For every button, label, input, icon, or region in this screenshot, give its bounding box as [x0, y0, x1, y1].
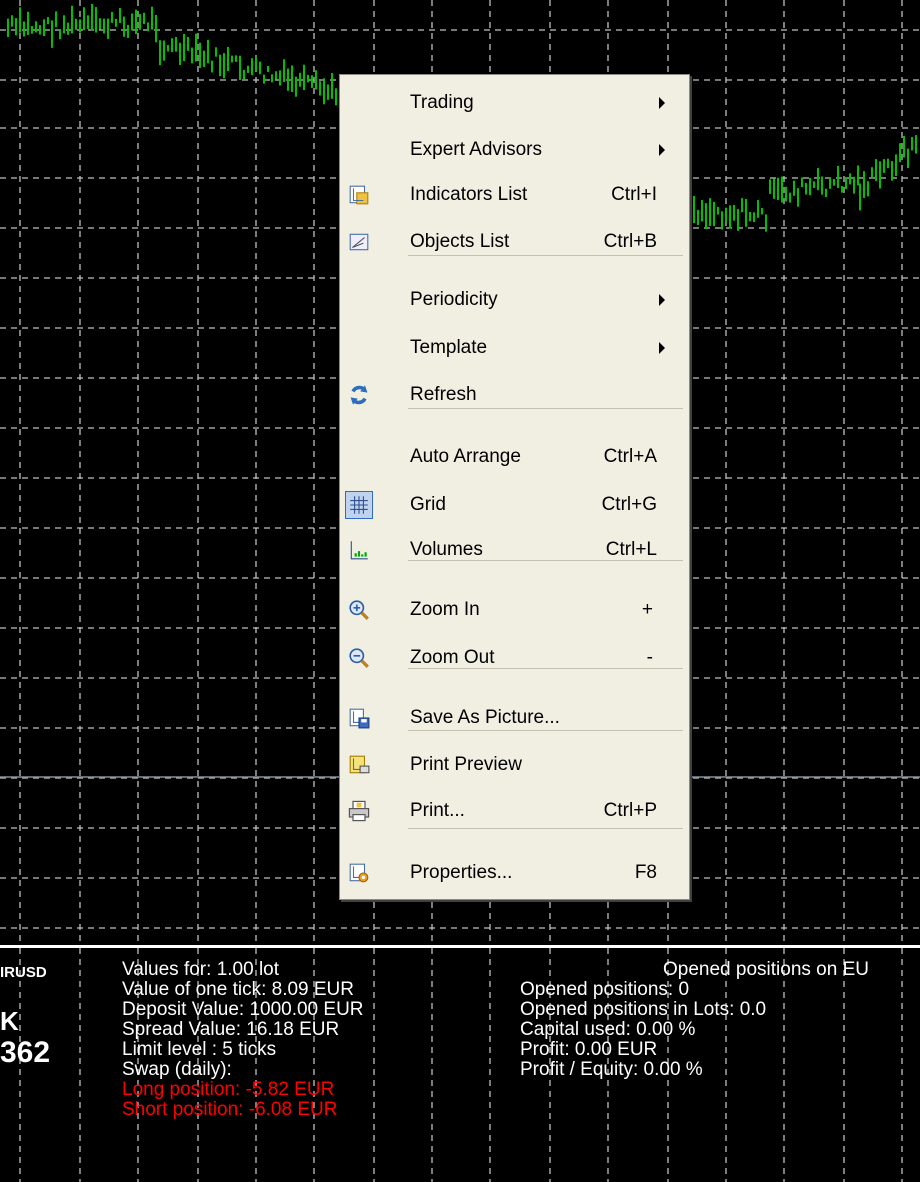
- info-line: Profit: 0.00 EUR: [520, 1039, 658, 1060]
- info-line: Capital used: 0.00 %: [520, 1019, 696, 1040]
- menu-item-save-as-picture[interactable]: Save As Picture...: [342, 698, 687, 738]
- submenu-arrow-icon: [659, 294, 665, 306]
- menu-item-shortcut: Ctrl+B: [603, 231, 657, 252]
- submenu-arrow-icon: [659, 342, 665, 354]
- objects-list-icon: [345, 228, 373, 256]
- info-line: Value of one tick: 8.09 EUR: [122, 979, 354, 1000]
- account-info-panel: IRUSD K 362 Values for: 1.00 lot Value of…: [0, 948, 920, 1182]
- info-line: Deposit Value: 1000.00 EUR: [122, 999, 364, 1020]
- menu-item-label: Template: [410, 337, 488, 358]
- menu-item-expert-advisors[interactable]: Expert Advisors: [342, 130, 687, 170]
- menu-item-shortcut: Ctrl+A: [603, 446, 657, 467]
- info-line: Values for: 1.00 lot: [122, 959, 280, 980]
- menu-item-periodicity[interactable]: Periodicity: [342, 280, 687, 320]
- info-line: Opened positions: 0: [520, 979, 690, 1000]
- menu-item-label: Periodicity: [410, 289, 498, 310]
- menu-item-shortcut: Ctrl+I: [611, 184, 657, 205]
- menu-item-shortcut: F8: [634, 862, 657, 883]
- menu-item-label: Properties...: [410, 862, 513, 883]
- menu-item-label: Refresh: [410, 384, 477, 405]
- properties-icon: [345, 859, 373, 887]
- menu-item-shortcut: -: [646, 647, 653, 668]
- printer-icon: [345, 797, 373, 825]
- menu-item-label: Grid: [410, 494, 446, 515]
- save-picture-icon: [345, 704, 373, 732]
- menu-item-objects-list[interactable]: Objects List Ctrl+B: [342, 222, 687, 262]
- menu-item-label: Print Preview: [410, 754, 522, 775]
- menu-item-label: Zoom Out: [410, 647, 495, 668]
- symbol-label: IRUSD: [0, 964, 47, 981]
- menu-item-print-preview[interactable]: Print Preview: [342, 745, 687, 785]
- menu-item-template[interactable]: Template: [342, 328, 687, 368]
- menu-item-label: Indicators List: [410, 184, 528, 205]
- menu-item-label: Auto Arrange: [410, 446, 521, 467]
- menu-item-refresh[interactable]: Refresh: [342, 375, 687, 415]
- price-letter: K: [0, 1006, 19, 1036]
- opened-positions-header: Opened positions on EU: [663, 959, 869, 980]
- menu-item-properties[interactable]: Properties... F8: [342, 853, 687, 893]
- volumes-icon: [345, 536, 373, 564]
- menu-item-indicators-list[interactable]: Indicators List Ctrl+I: [342, 175, 687, 215]
- menu-item-grid[interactable]: Grid Ctrl+G: [342, 485, 687, 525]
- menu-item-label: Save As Picture...: [410, 707, 560, 728]
- menu-item-zoom-out[interactable]: Zoom Out -: [342, 638, 687, 678]
- info-line: Profit / Equity: 0.00 %: [520, 1059, 703, 1080]
- menu-item-label: Volumes: [410, 539, 483, 560]
- current-price: 362: [0, 1036, 51, 1069]
- submenu-arrow-icon: [659, 144, 665, 156]
- info-line: Short position: -6.08 EUR: [122, 1099, 338, 1120]
- info-line: Limit level : 5 ticks: [122, 1039, 277, 1060]
- menu-item-shortcut: Ctrl+L: [605, 539, 657, 560]
- menu-item-label: Print...: [410, 800, 465, 821]
- menu-item-print[interactable]: Print... Ctrl+P: [342, 791, 687, 831]
- menu-item-label: Objects List: [410, 231, 510, 252]
- menu-item-label: Expert Advisors: [410, 139, 542, 160]
- print-preview-icon: [345, 751, 373, 779]
- info-line: Long position: -5.82 EUR: [122, 1079, 335, 1100]
- submenu-arrow-icon: [659, 97, 665, 109]
- menu-item-shortcut: Ctrl+P: [603, 800, 657, 821]
- menu-item-label: Zoom In: [410, 599, 480, 620]
- info-line: Opened positions in Lots: 0.0: [520, 999, 767, 1020]
- menu-item-shortcut: Ctrl+G: [601, 494, 657, 515]
- indicators-list-icon: [345, 181, 373, 209]
- zoom-out-icon: [345, 644, 373, 672]
- info-line: Swap (daily):: [122, 1059, 232, 1080]
- refresh-icon: [345, 381, 373, 409]
- menu-item-auto-arrange[interactable]: Auto Arrange Ctrl+A: [342, 437, 687, 477]
- menu-item-shortcut: +: [641, 599, 653, 620]
- info-line: Spread Value: 16.18 EUR: [122, 1019, 340, 1040]
- chart-context-menu: Trading Expert Advisors Indicators List Ctr…: [339, 74, 690, 900]
- menu-item-zoom-in[interactable]: Zoom In +: [342, 590, 687, 630]
- menu-item-trading[interactable]: Trading: [342, 83, 687, 123]
- zoom-in-icon: [345, 596, 373, 624]
- menu-item-label: Trading: [410, 92, 474, 113]
- grid-icon: [345, 491, 373, 519]
- menu-item-volumes[interactable]: Volumes Ctrl+L: [342, 530, 687, 570]
